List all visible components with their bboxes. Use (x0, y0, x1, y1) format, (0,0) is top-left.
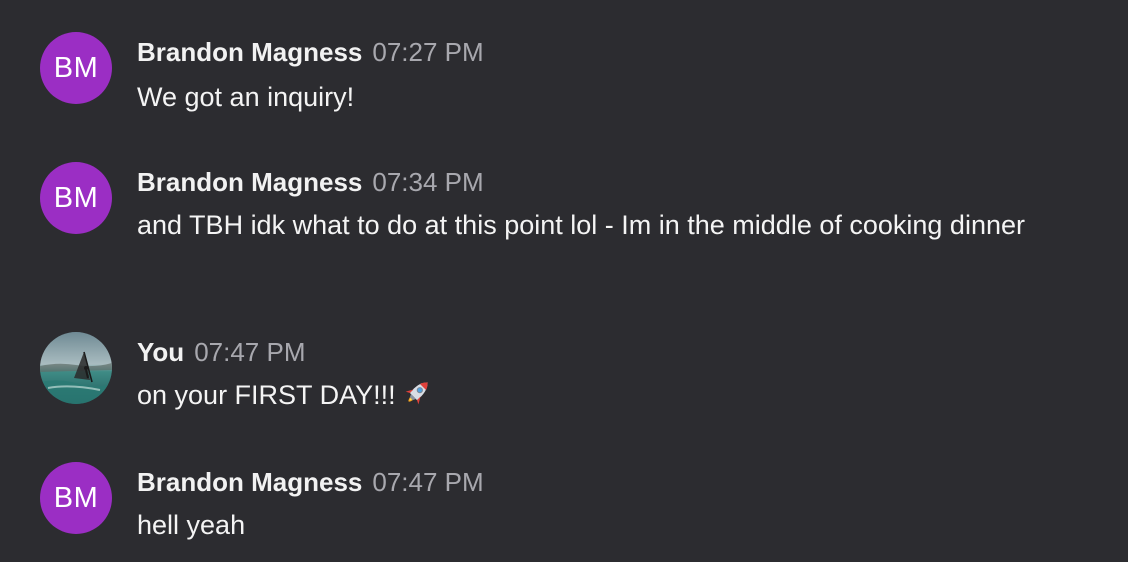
avatar-initials: BM (53, 51, 99, 84)
avatar[interactable] (40, 332, 112, 404)
rocket-icon (400, 376, 434, 421)
windsurfer-photo-icon (40, 332, 112, 404)
avatar[interactable]: BM (40, 32, 112, 104)
message-author[interactable]: Brandon Magness (137, 167, 362, 197)
message-text: on your FIRST DAY!!! (137, 380, 396, 410)
message-body: on your FIRST DAY!!! (137, 375, 1057, 421)
message-timestamp: 07:47 PM (194, 337, 306, 367)
chat-message-list: BM Brandon Magness 07:27 PM We got an inq… (0, 0, 1128, 562)
message-text: We got an inquiry! (137, 82, 355, 112)
message-header: Brandon Magness 07:27 PM (137, 36, 484, 73)
avatar[interactable]: BM (40, 162, 112, 234)
message-author[interactable]: Brandon Magness (137, 467, 362, 497)
message-header: Brandon Magness 07:34 PM (137, 166, 484, 203)
message-author[interactable]: Brandon Magness (137, 37, 362, 67)
message-timestamp: 07:34 PM (372, 167, 484, 197)
message-header: Brandon Magness 07:47 PM (137, 466, 484, 503)
avatar-initials: BM (53, 181, 99, 214)
avatar-initials: BM (53, 481, 99, 514)
message-author[interactable]: You (137, 337, 184, 367)
message-timestamp: 07:27 PM (372, 37, 484, 67)
message-text: and TBH idk what to do at this point lol… (137, 210, 1025, 240)
message-timestamp: 07:47 PM (372, 467, 484, 497)
avatar[interactable]: BM (40, 462, 112, 534)
message-header: You 07:47 PM (137, 336, 305, 373)
message-text: hell yeah (137, 510, 246, 540)
